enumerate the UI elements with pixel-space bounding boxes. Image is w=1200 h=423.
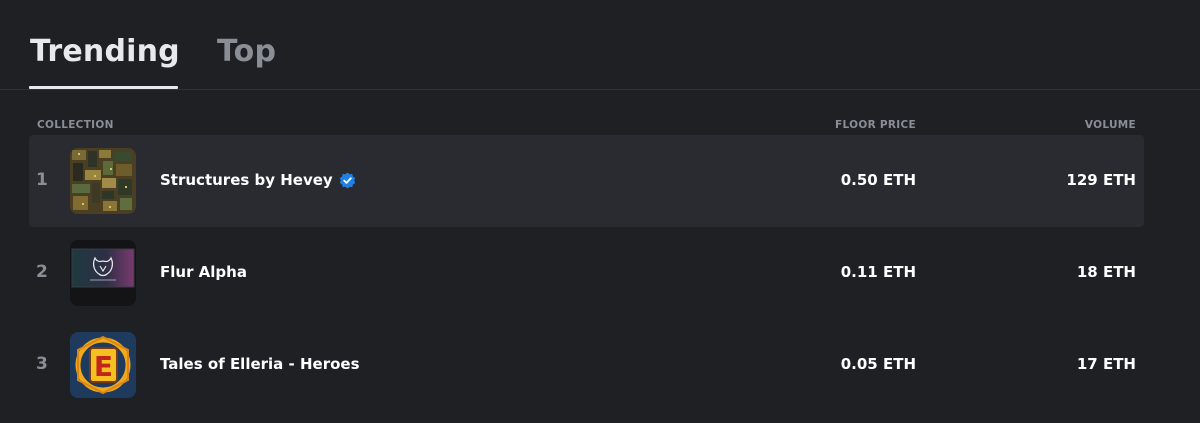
- row-rank: 1: [36, 170, 48, 190]
- column-header-floor-price: FLOOR PRICE: [835, 119, 916, 131]
- collection-name[interactable]: Flur Alpha: [160, 263, 247, 281]
- row-rank: 3: [36, 354, 48, 374]
- tab-top[interactable]: Top: [217, 34, 276, 69]
- collection-name-label: Tales of Elleria - Heroes: [160, 355, 360, 373]
- volume-value: 129 ETH: [1066, 171, 1136, 189]
- table-row[interactable]: 2 Flur Alpha 0.11 ETH 18 ETH: [29, 227, 1144, 319]
- tab-bar: Trending Top: [0, 0, 1200, 90]
- floor-price-value: 0.50 ETH: [840, 171, 916, 189]
- verified-badge-icon: [339, 172, 356, 189]
- floor-price-value: 0.05 ETH: [840, 355, 916, 373]
- collection-name-label: Flur Alpha: [160, 263, 247, 281]
- volume-value: 17 ETH: [1076, 355, 1136, 373]
- elleria-e-logo-thumbnail: E: [70, 332, 136, 398]
- svg-text:E: E: [94, 350, 113, 383]
- collection-name-label: Structures by Hevey: [160, 171, 333, 189]
- collection-name[interactable]: Tales of Elleria - Heroes: [160, 355, 360, 373]
- table-row[interactable]: 3 E Tales of Elleria - Heroes 0.05 ETH 1…: [29, 319, 1144, 411]
- table-header: COLLECTION FLOOR PRICE VOLUME: [29, 119, 1144, 133]
- column-header-collection: COLLECTION: [37, 119, 114, 131]
- active-tab-indicator: [29, 86, 178, 89]
- collection-name[interactable]: Structures by Hevey: [160, 171, 356, 189]
- structures-collection-thumbnail: [70, 148, 136, 214]
- flur-alpha-collection-thumbnail: [70, 240, 136, 306]
- tab-trending[interactable]: Trending: [30, 34, 180, 69]
- row-rank: 2: [36, 262, 48, 282]
- floor-price-value: 0.11 ETH: [840, 263, 916, 281]
- table-row[interactable]: 1 Structures by Hevey 0.50 ETH 129 ETH: [29, 135, 1144, 227]
- column-header-volume: VOLUME: [1084, 119, 1136, 131]
- volume-value: 18 ETH: [1076, 263, 1136, 281]
